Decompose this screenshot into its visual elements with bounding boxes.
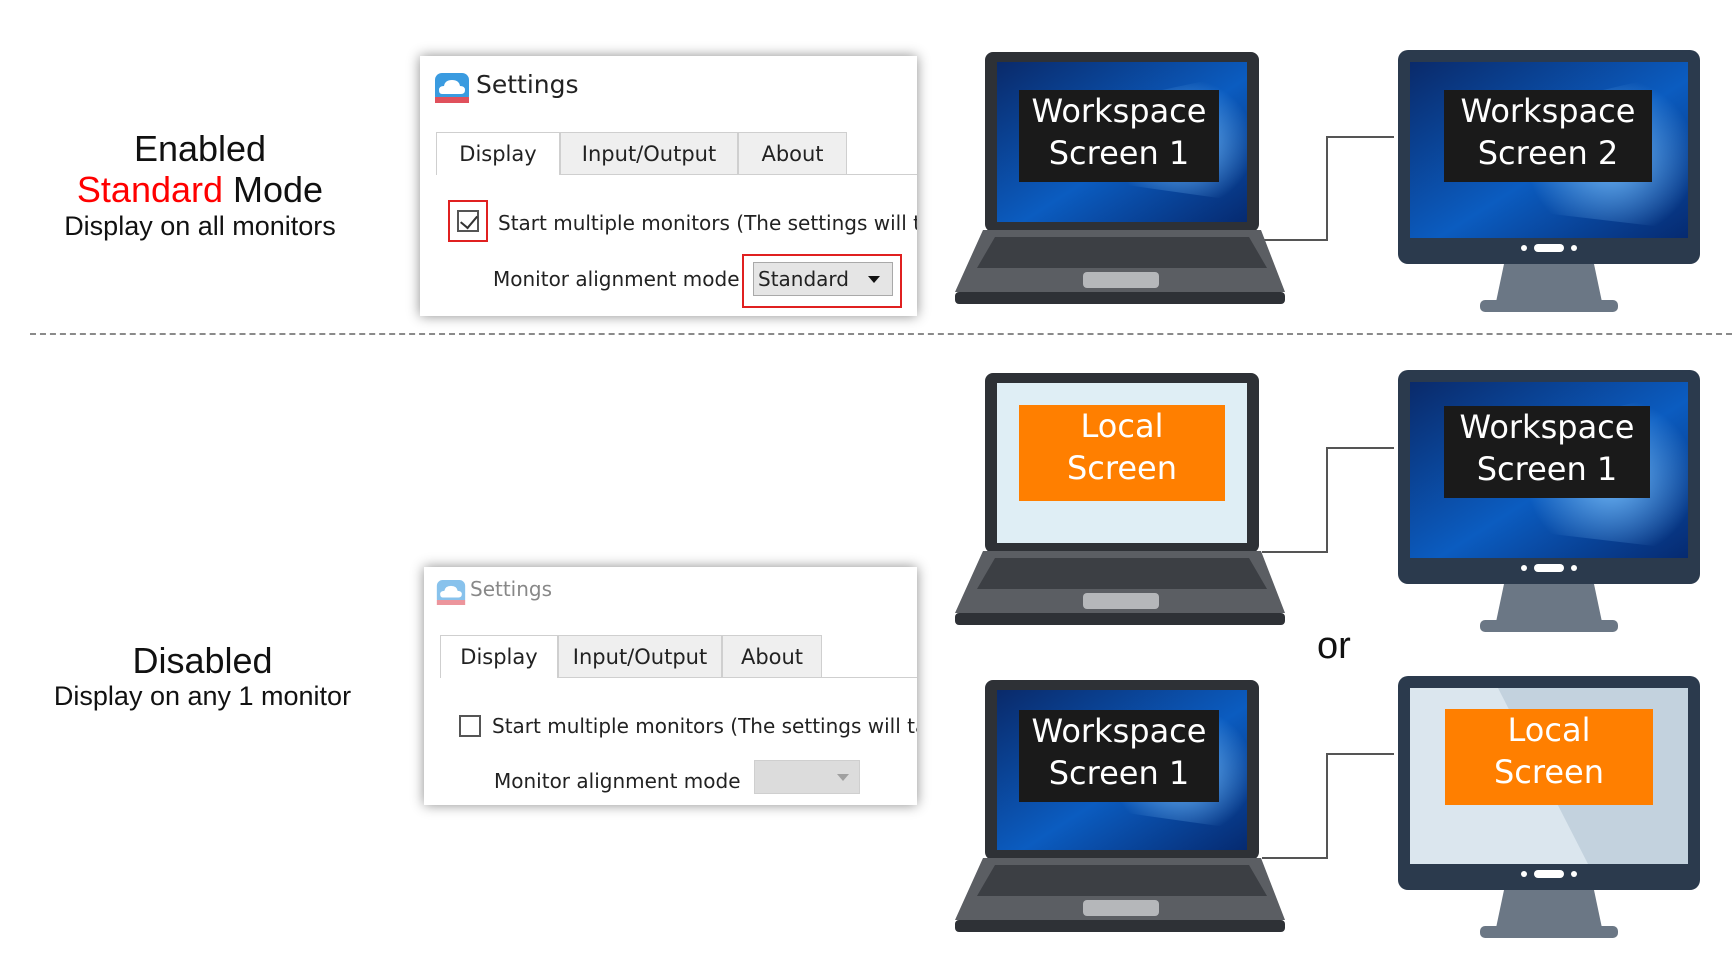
enabled-description: Display on all monitors <box>64 210 336 241</box>
tab-about[interactable]: About <box>722 635 822 677</box>
enabled-mode-line: Standard Mode <box>30 169 370 210</box>
laptop-mid: Local Screen <box>955 373 1285 631</box>
monitor-mid: Workspace Screen 1 <box>1398 370 1700 634</box>
laptop-bottom: Workspace Screen 1 <box>955 680 1285 938</box>
laptop-mid-screen-label: Local Screen <box>1019 405 1225 501</box>
tab-input-output[interactable]: Input/Output <box>560 132 738 174</box>
tab-input-output[interactable]: Input/Output <box>558 635 722 677</box>
alignment-mode-value: Standard <box>758 267 849 291</box>
monitor-top-screen-label: Workspace Screen 2 <box>1444 90 1652 182</box>
tab-about[interactable]: About <box>738 132 847 174</box>
label-line-2: Screen <box>1066 449 1177 487</box>
tab-display[interactable]: Display <box>436 132 560 175</box>
standard-word: Standard <box>76 169 224 211</box>
cloud-app-icon <box>435 73 469 103</box>
label-line-1: Workspace <box>1031 92 1207 130</box>
disabled-description: Display on any 1 monitor <box>53 681 352 712</box>
multi-monitor-label: Start multiple monitors (The settings wi… <box>492 714 917 738</box>
enabled-caption: Enabled Standard Mode Display on all mon… <box>30 128 370 242</box>
label-line-2: Screen 1 <box>1048 754 1190 792</box>
dialog-title: Settings <box>476 70 579 99</box>
label-line-1: Local <box>1080 407 1164 445</box>
settings-dialog-enabled: Settings Display Input/Output About Star… <box>420 56 917 316</box>
check-mark-icon <box>460 210 478 230</box>
chevron-down-icon <box>868 276 880 283</box>
tab-bar: Display Input/Output About <box>436 132 917 175</box>
chevron-down-icon <box>837 774 849 781</box>
settings-dialog-disabled: Settings Display Input/Output About Star… <box>424 567 917 805</box>
alignment-mode-label: Monitor alignment mode <box>493 267 740 291</box>
alignment-mode-dropdown[interactable] <box>754 760 860 794</box>
label-line-2: Screen 2 <box>1477 134 1619 172</box>
multi-monitor-checkbox[interactable] <box>457 210 479 232</box>
label-line-1: Workspace <box>1459 408 1635 446</box>
alignment-mode-dropdown[interactable]: Standard <box>753 262 893 296</box>
laptop-bottom-screen-label: Workspace Screen 1 <box>1019 710 1219 802</box>
alignment-mode-label: Monitor alignment mode <box>494 769 741 793</box>
label-line-1: Local <box>1507 711 1591 749</box>
tab-display[interactable]: Display <box>440 635 558 678</box>
tab-bar: Display Input/Output About <box>440 635 917 678</box>
cloud-app-icon <box>436 580 466 605</box>
monitor-top: Workspace Screen 2 <box>1398 50 1700 314</box>
label-line-1: Workspace <box>1460 92 1636 130</box>
monitor-bottom-screen-label: Local Screen <box>1445 709 1653 805</box>
section-divider <box>30 333 1732 335</box>
label-line-2: Screen <box>1493 753 1604 791</box>
monitor-mid-screen-label: Workspace Screen 1 <box>1444 406 1650 498</box>
laptop-top: Workspace Screen 1 <box>955 52 1285 310</box>
disabled-caption: Disabled Display on any 1 monitor <box>20 640 385 712</box>
label-line-1: Workspace <box>1031 712 1207 750</box>
multi-monitor-checkbox[interactable] <box>459 715 481 737</box>
disabled-title: Disabled <box>132 640 273 681</box>
label-line-2: Screen 1 <box>1048 134 1190 172</box>
mode-suffix: Mode <box>223 169 324 211</box>
or-separator: or <box>1317 625 1351 667</box>
laptop-top-screen-label: Workspace Screen 1 <box>1019 90 1219 182</box>
enabled-title: Enabled <box>133 128 267 169</box>
monitor-bottom: Local Screen <box>1398 676 1700 940</box>
multi-monitor-label: Start multiple monitors (The settings wi… <box>498 211 917 235</box>
label-line-2: Screen 1 <box>1476 450 1618 488</box>
dialog-title: Settings <box>470 577 553 601</box>
